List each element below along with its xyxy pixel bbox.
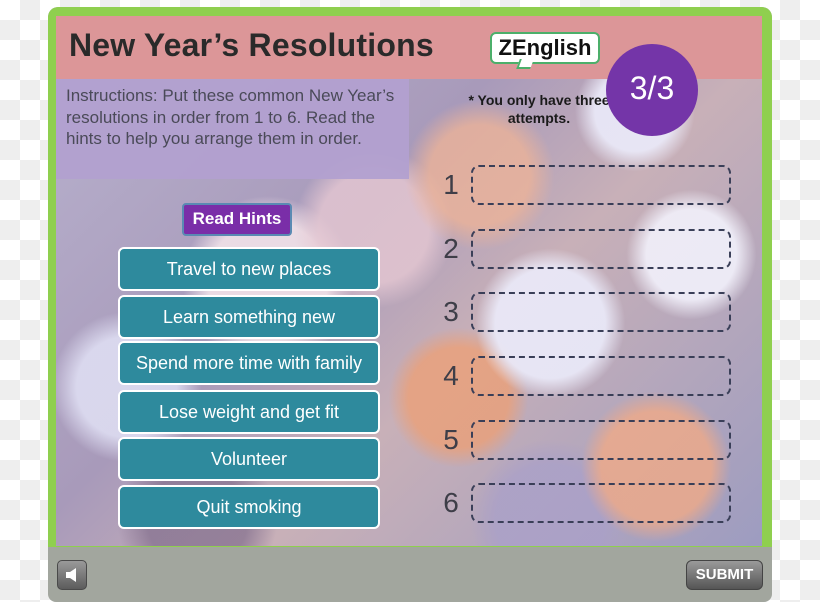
attempts-note: * You only have three attempts. [468, 92, 610, 126]
option-family[interactable]: Spend more time with family [118, 341, 380, 385]
slot-number: 2 [443, 233, 459, 264]
slot-number: 4 [443, 360, 459, 391]
slot-number: 3 [443, 296, 459, 327]
slot-row-1: 1 [436, 165, 756, 215]
sound-button[interactable] [57, 560, 87, 590]
slot-row-5: 5 [436, 420, 756, 470]
slot-number: 5 [443, 424, 459, 455]
drop-slot-1[interactable] [471, 165, 731, 205]
drop-slot-2[interactable] [471, 229, 731, 269]
option-learn[interactable]: Learn something new [118, 295, 380, 339]
drop-slot-5[interactable] [471, 420, 731, 460]
drop-slot-6[interactable] [471, 483, 731, 523]
slot-number: 6 [443, 487, 459, 518]
slot-number: 1 [443, 169, 459, 200]
slot-row-4: 4 [436, 356, 756, 406]
drop-slot-4[interactable] [471, 356, 731, 396]
slot-row-3: 3 [436, 292, 756, 342]
activity-stage: New Year’s Resolutions ZEnglish Instruct… [56, 16, 762, 546]
option-volunteer[interactable]: Volunteer [118, 437, 380, 481]
activity-frame: New Year’s Resolutions ZEnglish Instruct… [48, 7, 772, 602]
submit-button[interactable]: SUBMIT [686, 560, 763, 590]
read-hints-button[interactable]: Read Hints [182, 203, 292, 236]
attempts-counter: 3/3 [606, 44, 698, 136]
instructions-panel: Instructions: Put these common New Year’… [56, 79, 409, 179]
zenglish-logo: ZEnglish [490, 32, 600, 64]
option-fitness[interactable]: Lose weight and get fit [118, 390, 380, 434]
option-travel[interactable]: Travel to new places [118, 247, 380, 291]
slot-row-2: 2 [436, 229, 756, 279]
drop-slot-3[interactable] [471, 292, 731, 332]
slot-row-6: 6 [436, 483, 756, 533]
speaker-icon [66, 568, 76, 582]
option-smoking[interactable]: Quit smoking [118, 485, 380, 529]
page-title: New Year’s Resolutions [69, 27, 434, 63]
